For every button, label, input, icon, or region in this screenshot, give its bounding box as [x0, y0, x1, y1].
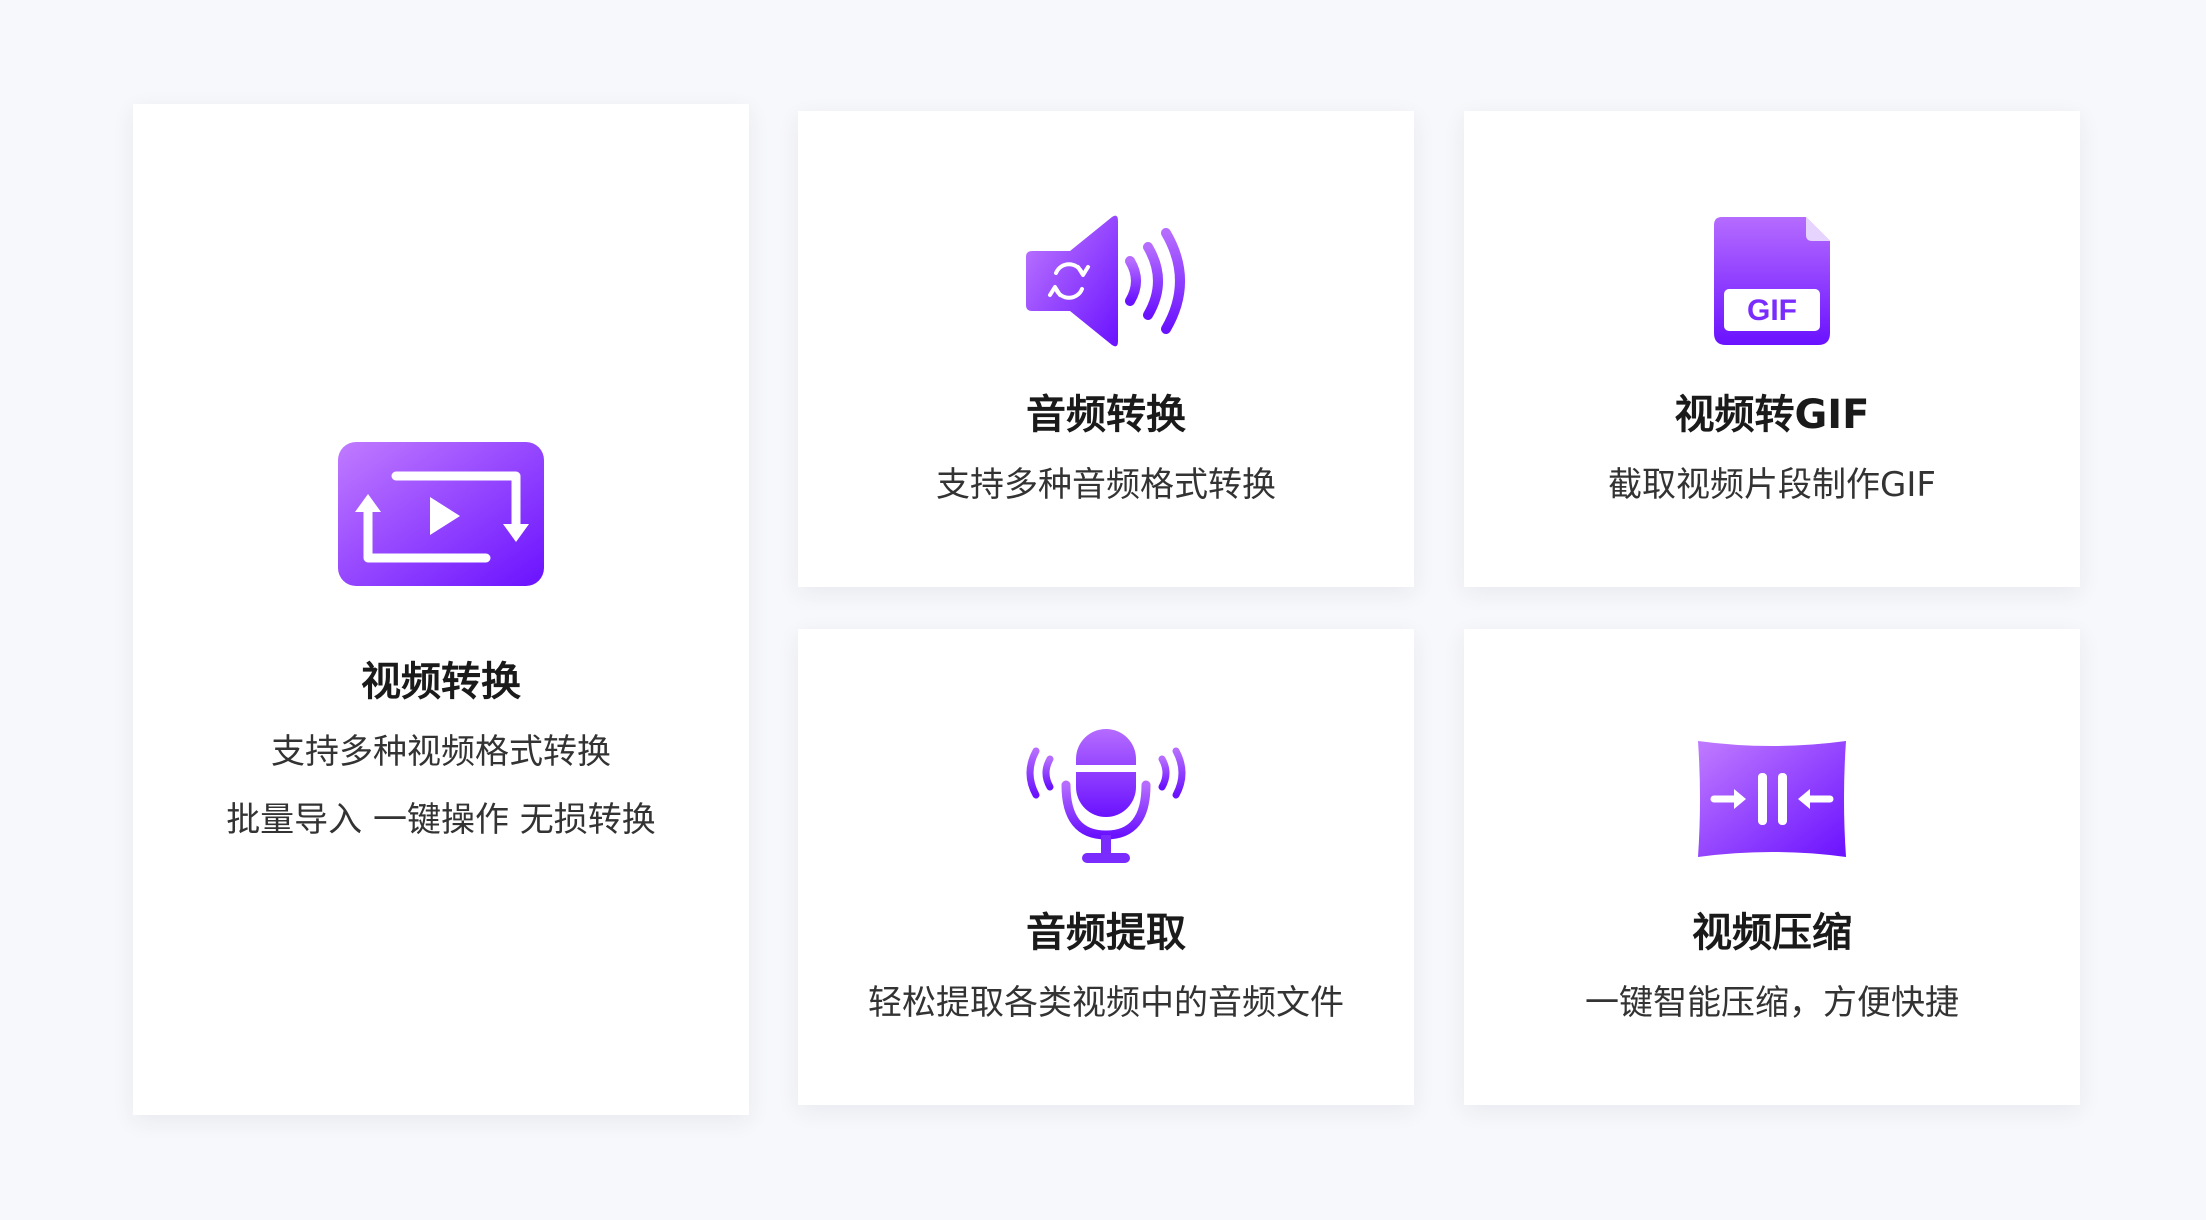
- feature-title: 视频转换: [361, 659, 521, 705]
- feature-description: 支持多种视频格式转换: [271, 732, 611, 772]
- feature-card-audio-convert[interactable]: 音频转换 支持多种音频格式转换: [798, 111, 1414, 587]
- feature-title: 音频提取: [1026, 910, 1186, 956]
- video-convert-icon: [338, 442, 544, 586]
- feature-description: 截取视频片段制作GIF: [1608, 465, 1936, 505]
- feature-card-video-gif[interactable]: GIF 视频转GIF 截取视频片段制作GIF: [1464, 111, 2080, 587]
- video-compress-icon: [1698, 741, 1846, 857]
- microphone-icon: [1026, 729, 1186, 863]
- feature-title: 视频转GIF: [1674, 392, 1870, 438]
- feature-description: 轻松提取各类视频中的音频文件: [868, 983, 1344, 1023]
- feature-card-video-convert[interactable]: 视频转换 支持多种视频格式转换 批量导入 一键操作 无损转换: [133, 104, 749, 1115]
- gif-label: GIF: [1747, 294, 1797, 327]
- feature-title: 音频转换: [1026, 392, 1186, 438]
- feature-card-video-compress[interactable]: 视频压缩 一键智能压缩，方便快捷: [1464, 629, 2080, 1105]
- gif-file-icon: GIF: [1714, 217, 1830, 345]
- feature-title: 视频压缩: [1692, 910, 1852, 956]
- feature-description: 支持多种音频格式转换: [936, 465, 1276, 505]
- feature-description: 批量导入 一键操作 无损转换: [226, 800, 656, 840]
- feature-description: 一键智能压缩，方便快捷: [1585, 983, 1959, 1023]
- audio-convert-icon: [1026, 215, 1185, 347]
- feature-card-audio-extract[interactable]: 音频提取 轻松提取各类视频中的音频文件: [798, 629, 1414, 1105]
